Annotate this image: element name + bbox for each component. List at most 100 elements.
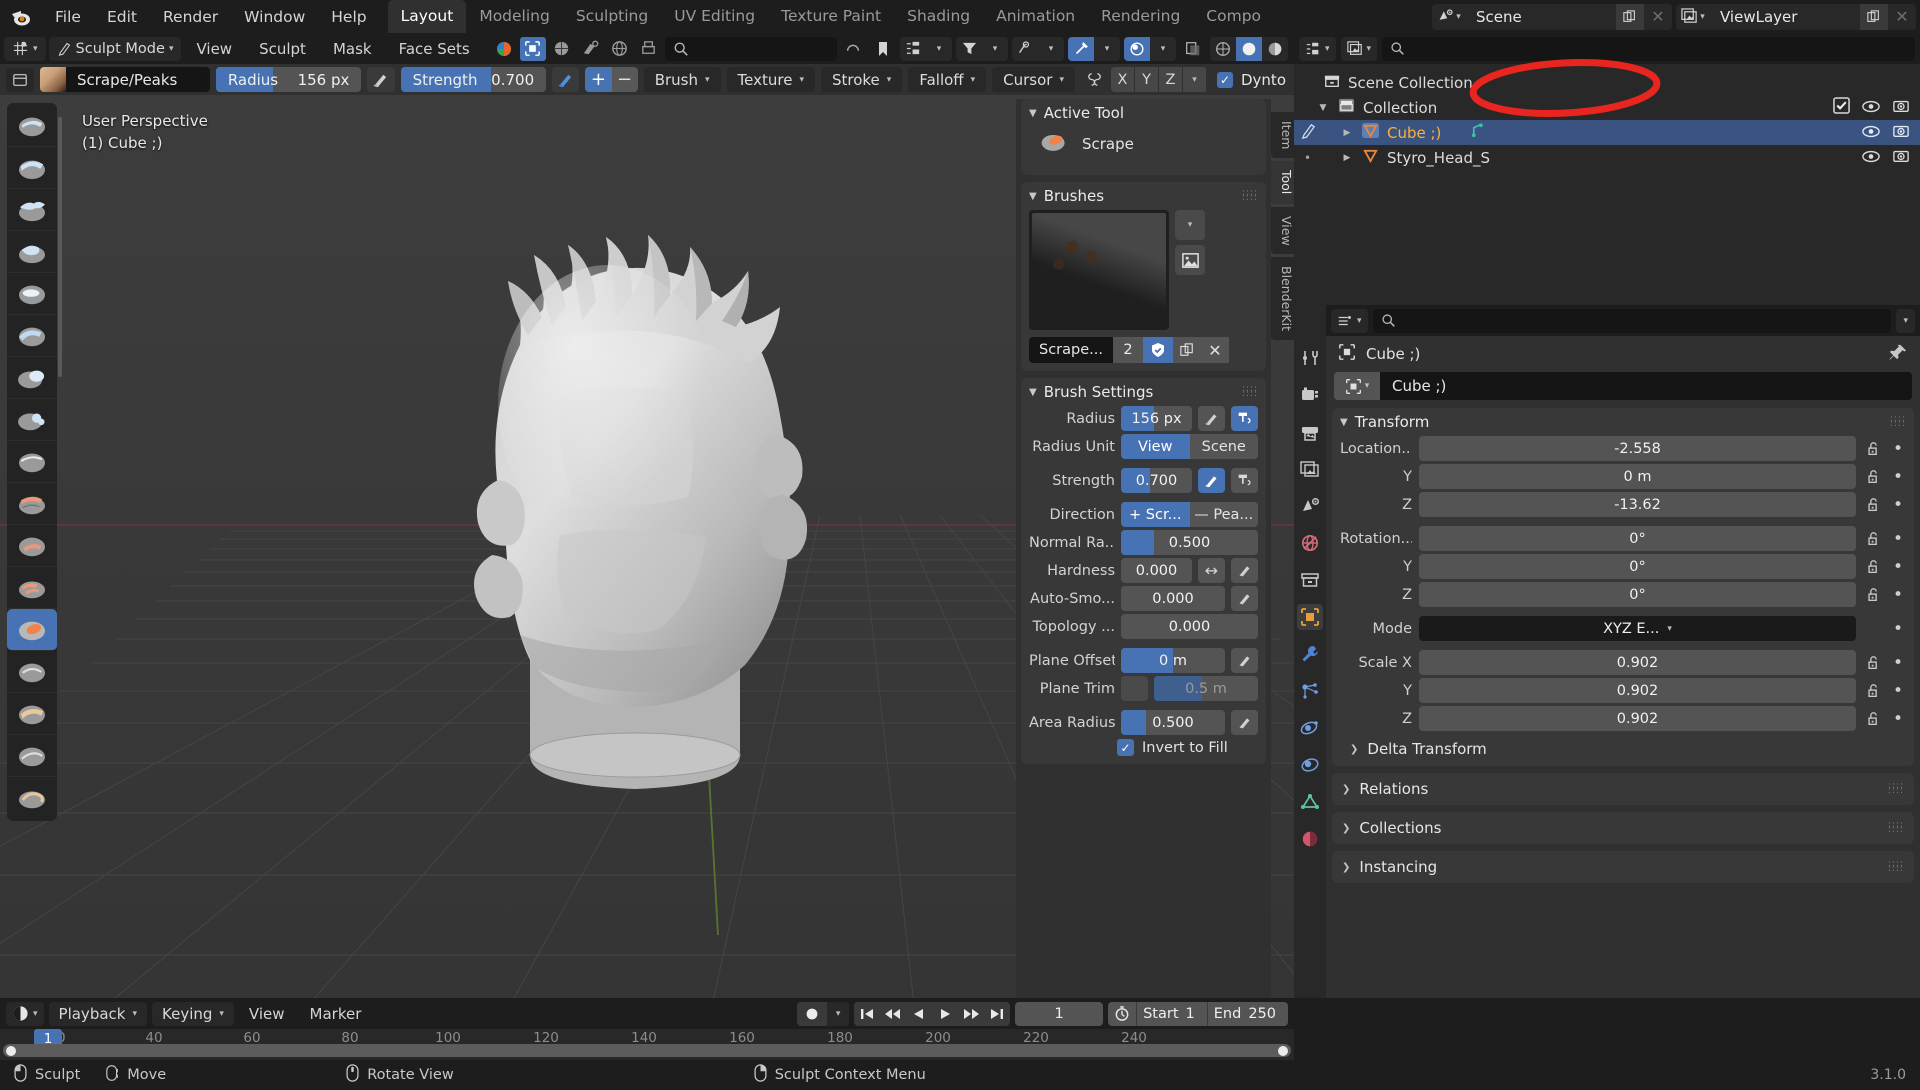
panel-brush-settings-header[interactable]: ▼ Brush Settings :::::::: xyxy=(1021,378,1266,406)
remove-view-layer-button[interactable]: ✕ xyxy=(1888,4,1916,30)
rotation-z-value[interactable]: 0° xyxy=(1419,582,1856,607)
outliner-display-mode[interactable]: ▾ xyxy=(1341,37,1378,61)
radius-pressure-icon[interactable] xyxy=(367,67,394,92)
symmetry-icon[interactable] xyxy=(1081,70,1107,89)
popover-falloff[interactable]: Falloff▾ xyxy=(908,67,986,92)
camera-render-icon[interactable] xyxy=(1892,123,1910,143)
chevron-down-icon[interactable]: ▾ xyxy=(1038,37,1064,61)
expand-triangle-icon[interactable]: ▶ xyxy=(1340,153,1354,163)
texture-paint-mode-icon[interactable] xyxy=(578,37,604,61)
outliner-row-cube[interactable]: ▶ Cube ;) xyxy=(1294,120,1920,145)
tool-flatten[interactable] xyxy=(7,483,57,525)
unlink-scene-button[interactable]: ✕ xyxy=(1644,4,1672,30)
tab-uv-editing[interactable]: UV Editing xyxy=(661,0,768,33)
brush-texture-preview[interactable] xyxy=(1029,210,1169,330)
animate-property-dot[interactable]: • xyxy=(1890,619,1906,639)
toolbar-scrollbar[interactable] xyxy=(58,117,62,377)
unlocked-icon[interactable] xyxy=(1863,531,1883,547)
image-icon[interactable] xyxy=(1175,245,1205,275)
object-name-value[interactable]: Cube ;) xyxy=(1380,372,1912,400)
direction-peaks[interactable]: — Pea... xyxy=(1190,502,1259,527)
menu-file[interactable]: File xyxy=(42,4,94,30)
direction-segmented[interactable]: + Scr... — Pea... xyxy=(1121,502,1258,527)
expand-triangle-icon[interactable]: ▶ xyxy=(1340,128,1354,138)
scene-selector[interactable]: ▾ Scene ✕ xyxy=(1432,4,1672,30)
radius-unit-segmented[interactable]: View Scene xyxy=(1121,434,1258,459)
pressure-icon[interactable] xyxy=(1231,586,1258,611)
unlocked-icon[interactable] xyxy=(1863,469,1883,485)
shield-check-icon[interactable] xyxy=(1143,337,1173,363)
animate-property-dot[interactable]: • xyxy=(1890,709,1906,729)
tab-shading[interactable]: Shading xyxy=(894,0,983,33)
panel-drag-grip[interactable]: :::::::: xyxy=(1888,784,1904,794)
radius-unit-scene[interactable]: Scene xyxy=(1190,434,1259,459)
timeline-menu-playback[interactable]: Playback▾ xyxy=(49,1002,147,1026)
active-brush-selector[interactable]: Scrape/Peaks xyxy=(40,67,210,92)
tab-modifier-wrench-icon[interactable] xyxy=(1297,641,1323,667)
popover-cursor[interactable]: Cursor▾ xyxy=(992,67,1075,92)
tool-fill[interactable] xyxy=(7,525,57,567)
unified-radius-icon[interactable] xyxy=(1231,406,1258,431)
new-scene-button[interactable] xyxy=(1616,4,1644,30)
topology-field[interactable]: 0.000 xyxy=(1121,614,1258,639)
panel-drag-grip[interactable]: :::::::: xyxy=(1242,387,1258,397)
unified-strength-icon[interactable] xyxy=(1231,468,1258,493)
proportional-edit-group[interactable]: ▾ xyxy=(1124,37,1176,61)
tool-pinch[interactable] xyxy=(7,651,57,693)
sidebar-tab-view[interactable]: View xyxy=(1271,207,1294,255)
jump-end-icon[interactable] xyxy=(984,1002,1010,1026)
tab-world-globe-icon[interactable] xyxy=(1297,530,1323,556)
xray-toggle-icon[interactable] xyxy=(1180,37,1206,61)
tab-output-printer-icon[interactable] xyxy=(1297,419,1323,445)
radius-field[interactable]: 156 px xyxy=(1121,406,1192,431)
next-keyframe-icon[interactable] xyxy=(958,1002,984,1026)
outliner-search-input[interactable] xyxy=(1382,37,1915,61)
tab-viewlayer-images-icon[interactable] xyxy=(1297,456,1323,482)
tool-crease[interactable] xyxy=(7,399,57,441)
visibility-eye-icon[interactable] xyxy=(1862,124,1880,142)
chevron-down-icon[interactable]: ▾ xyxy=(1094,37,1120,61)
chevron-down-icon[interactable]: ▾ xyxy=(1175,210,1205,240)
prev-keyframe-icon[interactable] xyxy=(880,1002,906,1026)
timeline-track[interactable]: 20 40 60 80 100 120 140 160 180 200 220 … xyxy=(0,1029,1294,1060)
menu-edit[interactable]: Edit xyxy=(94,4,150,30)
panel-drag-grip[interactable]: :::::::: xyxy=(1890,417,1906,427)
blender-logo-icon[interactable] xyxy=(0,5,42,29)
panel-drag-grip[interactable]: :::::::: xyxy=(1242,191,1258,201)
tool-settings-editor-icon[interactable] xyxy=(6,68,34,92)
panel-instancing[interactable]: ❯ Instancing :::::::: xyxy=(1332,851,1914,883)
tool-smooth[interactable] xyxy=(7,441,57,483)
rotation-y-value[interactable]: 0° xyxy=(1419,554,1856,579)
hardness-field[interactable]: 0.000 xyxy=(1121,558,1192,583)
bookmark-icon[interactable] xyxy=(870,37,896,61)
row-invert-to-fill[interactable]: ✓ Invert to Fill xyxy=(1117,739,1258,756)
active-tool-row[interactable]: Scrape xyxy=(1021,127,1266,167)
tab-particles-icon[interactable] xyxy=(1297,678,1323,704)
material-view-icon[interactable] xyxy=(1262,37,1288,61)
unlocked-icon[interactable] xyxy=(1863,441,1883,457)
wireframe-shading-icon[interactable] xyxy=(549,37,575,61)
animate-property-dot[interactable]: • xyxy=(1890,653,1906,673)
panel-collections[interactable]: ❯ Collections :::::::: xyxy=(1332,812,1914,844)
filter-group[interactable]: ▾ xyxy=(956,37,1008,61)
location-x-value[interactable]: -2.558 xyxy=(1419,436,1856,461)
visibility-eye-icon[interactable] xyxy=(1012,37,1038,61)
tool-grab[interactable] xyxy=(7,693,57,735)
pressure-icon[interactable] xyxy=(1231,710,1258,735)
panel-relations[interactable]: ❯ Relations :::::::: xyxy=(1332,773,1914,805)
radius-unit-view[interactable]: View xyxy=(1121,434,1190,459)
tab-constraints-icon[interactable] xyxy=(1297,752,1323,778)
tool-layer[interactable] xyxy=(7,273,57,315)
view-layer-selector[interactable]: ▾ ViewLayer ✕ xyxy=(1676,4,1916,30)
expand-triangle-icon[interactable]: ▼ xyxy=(1316,103,1330,113)
menu-view[interactable]: View xyxy=(184,37,244,61)
material-preview-sphere-icon[interactable] xyxy=(491,37,517,61)
tab-rendering[interactable]: Rendering xyxy=(1088,0,1193,33)
panel-drag-grip[interactable]: :::::::: xyxy=(1888,823,1904,833)
tool-multiplane-scrape[interactable] xyxy=(7,567,57,609)
editor-type-icon[interactable]: ▾ xyxy=(4,37,46,61)
tab-material-icon[interactable] xyxy=(1297,826,1323,852)
direction-plus-minus[interactable]: + − xyxy=(585,67,637,92)
tab-render-icon[interactable] xyxy=(1297,382,1323,408)
menu-mask[interactable]: Mask xyxy=(321,37,384,61)
